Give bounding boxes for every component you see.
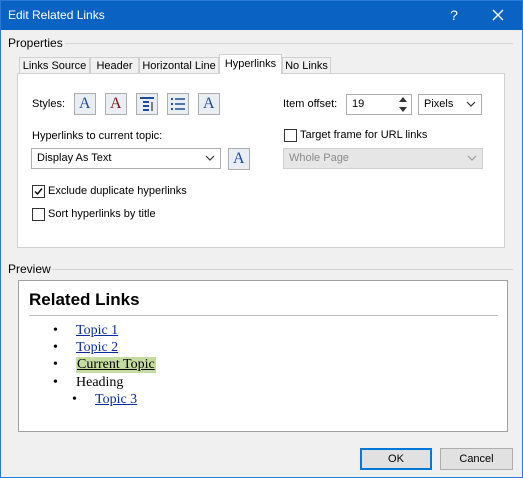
unit-value: Pixels	[424, 98, 454, 110]
exclude-duplicates-label: Exclude duplicate hyperlinks	[48, 185, 187, 197]
preview-link-topic-3[interactable]: Topic 3	[95, 392, 137, 408]
close-icon[interactable]	[487, 5, 509, 25]
unit-dropdown[interactable]: Pixels	[418, 94, 482, 115]
properties-group-line	[65, 43, 513, 44]
help-button[interactable]: ?	[445, 6, 463, 24]
tab-links-source[interactable]: Links Source	[19, 57, 90, 74]
heading-font-icon: A	[203, 95, 215, 112]
title-bar: Edit Related Links ?	[1, 1, 522, 30]
preview-heading-item: Heading	[76, 375, 124, 390]
current-topic-style-button[interactable]: A	[228, 148, 250, 170]
font-color-icon: A	[110, 95, 122, 112]
chevron-down-icon	[205, 155, 215, 161]
sort-by-title-label: Sort hyperlinks by title	[48, 208, 156, 220]
current-topic-value: Display As Text	[37, 152, 112, 164]
paragraph-style-icon	[140, 97, 154, 111]
paragraph-style-button[interactable]	[136, 93, 158, 115]
target-frame-label: Target frame for URL links	[300, 129, 428, 141]
preview-horizontal-line	[29, 315, 498, 316]
bullet-icon: •	[53, 375, 58, 390]
font-style-icon: A	[79, 95, 91, 112]
heading-style-button[interactable]: A	[198, 93, 220, 115]
exclude-duplicates-checkbox[interactable]	[32, 185, 45, 198]
target-frame-dropdown[interactable]: Whole Page	[283, 148, 483, 169]
tab-no-links[interactable]: No Links	[282, 57, 331, 74]
tab-horizontal-line[interactable]: Horizontal Line	[139, 57, 219, 74]
link-style-button[interactable]: A	[74, 93, 96, 115]
window-title: Edit Related Links	[8, 8, 105, 22]
chevron-down-icon	[467, 155, 477, 161]
item-offset-value: 19	[352, 98, 365, 110]
bullet-icon: •	[53, 323, 58, 338]
edit-related-links-dialog: Edit Related Links ? Properties Links So…	[0, 0, 523, 478]
cancel-button[interactable]: Cancel	[440, 448, 513, 470]
tab-header[interactable]: Header	[90, 57, 139, 74]
spin-down-icon[interactable]	[397, 105, 409, 113]
tab-hyperlinks[interactable]: Hyperlinks	[219, 54, 282, 74]
bullet-icon: •	[53, 357, 58, 372]
target-frame-checkbox[interactable]	[284, 129, 297, 142]
bullet-icon: •	[72, 392, 77, 407]
current-topic-label: Hyperlinks to current topic:	[32, 130, 163, 142]
preview-heading: Related Links	[29, 290, 140, 309]
ok-button[interactable]: OK	[360, 448, 432, 470]
bullet-icon: •	[53, 340, 58, 355]
preview-pane: Related Links • Topic 1 • Topic 2 • Curr…	[18, 280, 508, 432]
item-offset-label: Item offset:	[283, 98, 338, 110]
bullet-list-icon	[171, 98, 185, 110]
preview-group-label: Preview	[8, 262, 55, 276]
current-topic-dropdown[interactable]: Display As Text	[31, 148, 221, 169]
styles-label: Styles:	[32, 98, 66, 110]
preview-link-topic-1[interactable]: Topic 1	[76, 323, 118, 339]
preview-link-topic-2[interactable]: Topic 2	[76, 340, 118, 356]
current-topic-font-icon: A	[233, 150, 245, 167]
preview-group-line	[52, 269, 513, 270]
target-frame-value: Whole Page	[289, 152, 349, 164]
checkmark-icon	[34, 188, 43, 196]
list-style-button[interactable]	[167, 93, 189, 115]
properties-group-label: Properties	[8, 36, 67, 50]
visited-style-button[interactable]: A	[105, 93, 127, 115]
sort-by-title-checkbox[interactable]	[32, 208, 45, 221]
chevron-down-icon	[466, 101, 476, 107]
spin-up-icon[interactable]	[397, 96, 409, 104]
item-offset-spinner[interactable]: 19	[346, 94, 412, 115]
preview-current-topic: Current Topic	[76, 357, 156, 373]
